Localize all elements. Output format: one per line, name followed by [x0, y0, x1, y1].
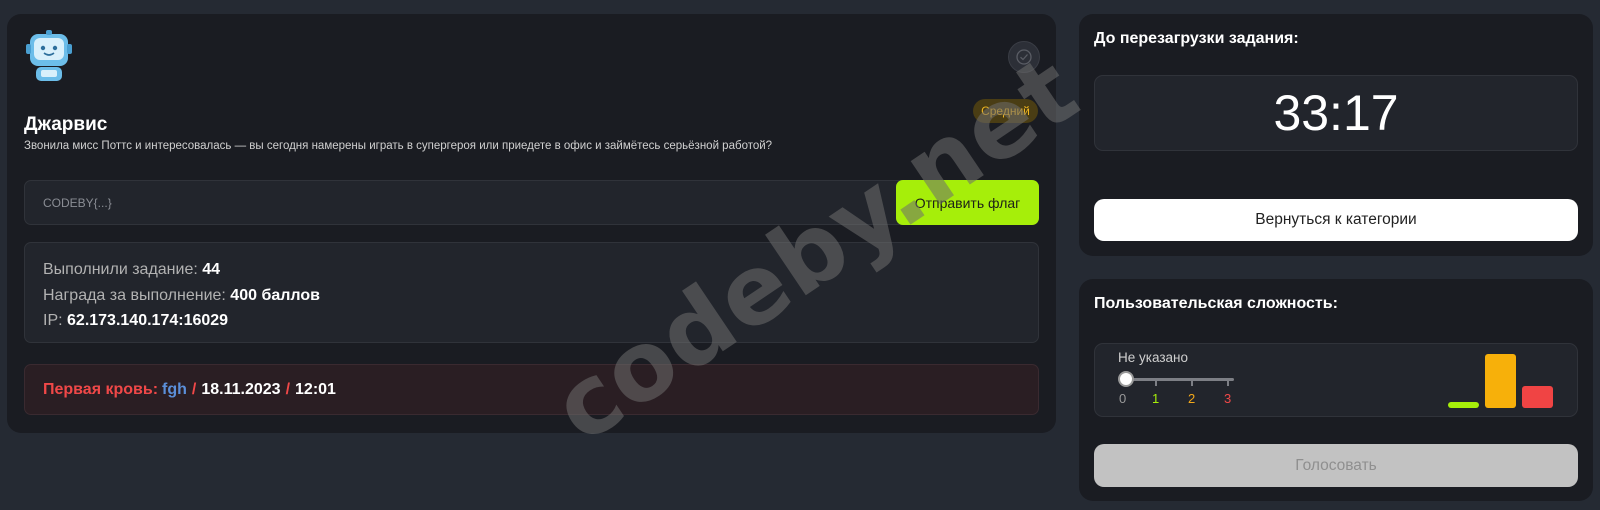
solved-count-value: 44: [202, 261, 221, 278]
timer-title: До перезагрузки задания:: [1094, 30, 1299, 47]
scale-label-3: 3: [1224, 391, 1232, 406]
first-blood-separator-2: /: [285, 380, 291, 398]
ip-label: IP:: [43, 312, 68, 329]
timer-card: До перезагрузки задания: 33:17 Вернуться…: [1079, 14, 1593, 256]
task-stats: Выполнили задание: 44 Награда за выполне…: [24, 242, 1039, 343]
vote-bar-level-2: [1485, 354, 1516, 408]
vote-bar-level-1: [1448, 402, 1479, 408]
difficulty-slider-handle[interactable]: [1118, 371, 1134, 387]
scale-label-0: 0: [1119, 391, 1127, 406]
countdown-timer: 33:17: [1094, 75, 1578, 151]
first-blood-time: 12:01: [295, 380, 336, 398]
flag-form: Отправить флаг: [24, 180, 1039, 225]
task-title: Джарвис: [24, 114, 108, 135]
ip-line: IP: 62.173.140.174:16029: [43, 308, 1020, 334]
reward-value: 400 баллов: [230, 286, 320, 304]
robot-avatar-icon: [26, 30, 72, 81]
flag-input[interactable]: [25, 181, 895, 224]
first-blood-user[interactable]: fgh: [162, 381, 187, 399]
first-blood-date: 18.11.2023: [201, 380, 281, 398]
submit-flag-button[interactable]: Отправить флаг: [896, 180, 1039, 225]
task-description: Звонила мисс Поттс и интересовалась — вы…: [24, 140, 773, 152]
solved-count-label: Выполнили задание:: [43, 261, 203, 278]
vote-panel: Не указано 0 1 2 3: [1094, 343, 1578, 417]
first-blood-label: Первая кровь:: [43, 380, 159, 398]
back-to-category-button[interactable]: Вернуться к категории: [1094, 199, 1578, 241]
slider-tick-2: [1191, 378, 1193, 386]
difficulty-vote-card: Пользовательская сложность: Не указано 0…: [1079, 279, 1593, 501]
scale-label-1: 1: [1152, 391, 1160, 406]
task-card: Джарвис Средний Звонила мисс Поттс и инт…: [7, 14, 1056, 433]
reward-line: Награда за выполнение: 400 баллов: [43, 283, 1020, 309]
slider-tick-1: [1155, 378, 1157, 386]
difficulty-badge: Средний: [973, 99, 1038, 123]
solved-count-line: Выполнили задание: 44: [43, 257, 1020, 283]
first-blood-separator: /: [191, 380, 197, 398]
vote-bar-level-3: [1522, 386, 1553, 408]
vote-button[interactable]: Голосовать: [1094, 444, 1578, 487]
ip-value: 62.173.140.174:16029: [67, 312, 229, 329]
slider-tick-3: [1227, 378, 1229, 386]
check-circle-icon: [1008, 41, 1040, 73]
first-blood: Первая кровь: fgh / 18.11.2023 / 12:01: [24, 364, 1039, 415]
scale-label-2: 2: [1188, 391, 1196, 406]
vote-title: Пользовательская сложность:: [1094, 295, 1338, 312]
reward-label: Награда за выполнение:: [43, 286, 231, 304]
difficulty-slider-track[interactable]: [1126, 378, 1234, 381]
vote-current-value: Не указано: [1118, 350, 1188, 365]
